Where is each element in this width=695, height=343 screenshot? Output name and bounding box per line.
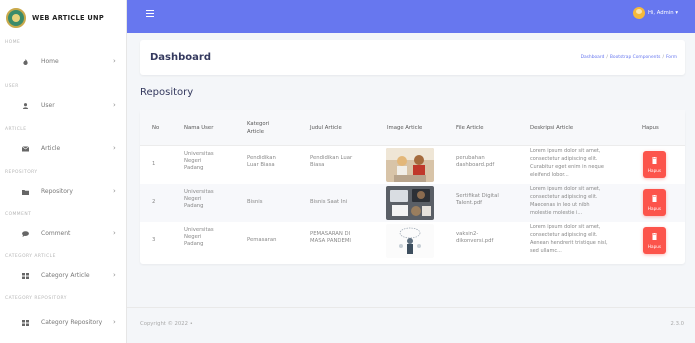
- chevron-right-icon: ›: [113, 57, 116, 65]
- file-cell[interactable]: vaksin2- dikonversi.pdf: [456, 231, 493, 245]
- delete-label: Hapus: [647, 168, 662, 173]
- version-text: 2.3.0: [670, 321, 684, 327]
- column-header: Image Article: [387, 125, 423, 131]
- avatar: [632, 7, 645, 19]
- breadcrumb: Dashboard / Bootstrap Components / Form: [580, 55, 677, 60]
- user-dropdown[interactable]: Hi, Admin ▾: [632, 7, 678, 19]
- table-header: No Nama User Kategori Article Judul Arti…: [140, 110, 685, 146]
- chevron-right-icon: ›: [113, 318, 116, 326]
- delete-label: Hapus: [647, 244, 662, 249]
- section-label: ARTICLE: [5, 127, 27, 132]
- brand-name: WEB ARTICLE UNP: [32, 14, 104, 22]
- topbar: Hi, Admin ▾: [127, 0, 695, 33]
- comment-icon: [22, 231, 29, 237]
- user-icon: [22, 103, 29, 109]
- article-image[interactable]: [386, 224, 434, 258]
- delete-button[interactable]: Hapus: [643, 151, 666, 178]
- copyright-text: Copyright © 2022 •: [140, 321, 193, 327]
- sidebar-item-user[interactable]: User ›: [0, 98, 127, 114]
- delete-button[interactable]: Hapus: [643, 227, 666, 254]
- category-cell: Bisnis: [247, 199, 263, 205]
- sidebar-item-article[interactable]: Article ›: [0, 141, 127, 157]
- delete-button[interactable]: Hapus: [643, 189, 666, 216]
- row-number: 3: [152, 237, 156, 243]
- breadcrumb-item[interactable]: Form: [666, 55, 677, 60]
- chevron-right-icon: ›: [113, 229, 116, 237]
- user-name-cell: Universitas Negeri Padang: [184, 189, 214, 209]
- description-cell: Lorem ipsum dolor sit amet, consectetur a…: [530, 148, 604, 178]
- file-cell[interactable]: Sertifikat Digital Talent.pdf: [456, 193, 499, 207]
- sidebar-item-label: User: [41, 102, 55, 109]
- title-cell: PEMASARAN DI MASA PANDEMI: [310, 231, 351, 244]
- user-name-cell: Universitas Negeri Padang: [184, 151, 214, 171]
- row-number: 2: [152, 199, 156, 205]
- trash-icon: [652, 157, 657, 164]
- article-image[interactable]: [386, 186, 434, 220]
- table-row: 2 Universitas Negeri Padang Bisnis Bisnis …: [140, 184, 685, 222]
- section-label: COMMENT: [5, 212, 32, 217]
- column-header: Hapus: [642, 125, 659, 131]
- column-header: Kategori Article: [247, 121, 270, 135]
- repository-table: No Nama User Kategori Article Judul Arti…: [140, 110, 685, 264]
- category-cell: Pemasaran: [247, 237, 277, 243]
- title-cell: Bisnis Saat Ini: [310, 199, 348, 205]
- user-name-cell: Universitas Negeri Padang: [184, 227, 214, 247]
- table-row: 1 Universitas Negeri Padang Pendidikan Luar…: [140, 146, 685, 184]
- page-title: Dashboard: [150, 52, 211, 63]
- fire-icon: [23, 59, 28, 65]
- category-cell: Pendidikan Luar Biasa: [247, 155, 276, 168]
- article-image[interactable]: [386, 148, 434, 182]
- breadcrumb-item[interactable]: Bootstrap Components: [610, 55, 661, 60]
- sidebar-item-repository[interactable]: Repository ›: [0, 184, 127, 200]
- sidebar-item-label: Category Repository: [41, 319, 103, 326]
- footer: Copyright © 2022 • 2.3.0: [127, 307, 695, 343]
- trash-icon: [652, 195, 657, 202]
- section-label: REPOSITORY: [5, 170, 38, 175]
- table-row: 3 Universitas Negeri Padang Pemasaran PEMA…: [140, 222, 685, 260]
- folder-icon: [22, 190, 29, 195]
- chevron-right-icon: ›: [113, 144, 116, 152]
- section-label: CATEGORY ARTICLE: [5, 254, 56, 259]
- sidebar-item-home[interactable]: Home ›: [0, 54, 127, 70]
- menu-toggle-icon[interactable]: [146, 10, 154, 18]
- column-header: Deskripsi Article: [530, 125, 574, 131]
- grid-icon: [22, 273, 29, 279]
- section-label: USER: [5, 84, 19, 89]
- unp-logo-icon: [6, 8, 26, 28]
- description-cell: Lorem ipsum dolor sit amet, consectetur a…: [530, 186, 601, 216]
- section-label: HOME: [5, 40, 21, 45]
- sidebar: WEB ARTICLE UNP HOME Home › USER User › …: [0, 0, 127, 343]
- sidebar-item-label: Article: [41, 145, 61, 152]
- section-label: CATEGORY REPOSITORY: [5, 296, 67, 301]
- user-name: Hi, Admin ▾: [647, 10, 678, 16]
- sidebar-item-comment[interactable]: Comment ›: [0, 226, 127, 242]
- title-cell: Pendidikan Luar Biasa: [310, 155, 353, 168]
- sidebar-item-label: Category Article: [41, 272, 90, 279]
- chevron-right-icon: ›: [113, 101, 116, 109]
- grid-icon: [22, 320, 29, 326]
- section-header: Dashboard Dashboard / Bootstrap Components…: [140, 40, 685, 75]
- column-header: Judul Article: [310, 125, 342, 131]
- row-number: 1: [152, 161, 156, 167]
- sidebar-item-label: Home: [41, 58, 59, 65]
- file-cell[interactable]: perubahan dashboard.pdf: [456, 155, 494, 169]
- description-cell: Lorem ipsum dolor sit amet, consectetur a…: [530, 224, 608, 254]
- sidebar-item-category-repository[interactable]: Category Repository ›: [0, 315, 127, 331]
- brand[interactable]: WEB ARTICLE UNP: [0, 0, 126, 36]
- section-title: Repository: [140, 87, 194, 98]
- breadcrumb-item[interactable]: Dashboard: [581, 55, 605, 60]
- chevron-right-icon: ›: [113, 187, 116, 195]
- trash-icon: [652, 233, 657, 240]
- envelope-icon: [22, 146, 29, 152]
- chevron-right-icon: ›: [113, 271, 116, 279]
- sidebar-item-label: Repository: [41, 188, 73, 195]
- column-header: Nama User: [184, 125, 214, 131]
- sidebar-item-label: Comment: [41, 230, 71, 237]
- column-header: No: [152, 125, 160, 131]
- sidebar-item-category-article[interactable]: Category Article ›: [0, 268, 127, 284]
- column-header: File Article: [456, 125, 484, 131]
- delete-label: Hapus: [647, 206, 662, 211]
